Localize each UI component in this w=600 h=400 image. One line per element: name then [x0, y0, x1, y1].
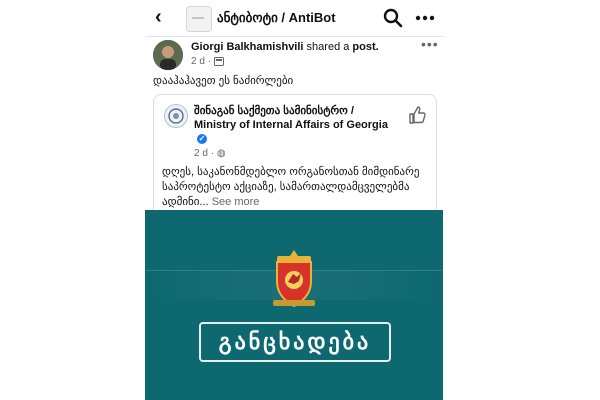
search-icon[interactable] [383, 8, 403, 28]
post-text: დააჰაჰავეთ ეს ნაძირლები [153, 75, 294, 87]
author-name[interactable]: Giorgi Balkhamishvili [191, 41, 303, 53]
shared-post-meta: 2 d · ◍ [194, 148, 226, 159]
ministry-logo[interactable] [164, 104, 188, 128]
shared-page-name-text: შინაგან საქმეთა სამინისტრო / Ministry of… [194, 105, 388, 131]
verified-badge-icon: ✓ [197, 134, 207, 145]
like-page-icon[interactable] [407, 105, 427, 125]
audience-icon [214, 57, 225, 66]
more-options-icon[interactable] [415, 8, 435, 28]
shared-post-text: დღეს, საკანონმდებლო ორგანოსთან მიმდინარე… [162, 166, 420, 208]
meta-separator: · [207, 56, 212, 67]
shared-post-time[interactable]: 2 d [194, 148, 208, 159]
right-background [443, 0, 600, 400]
phone-screen: ‹ ანტიბოტი / AntiBot Giorgi Balkhamishvi… [145, 0, 443, 400]
page-thumbnail[interactable] [186, 6, 212, 32]
author-line: Giorgi Balkhamishvili shared a post. [191, 41, 379, 53]
share-action-text: shared a [306, 41, 350, 53]
announcement-title: განცხადება [199, 322, 391, 362]
shared-object-link[interactable]: post. [352, 41, 378, 53]
shared-page-name[interactable]: შინაგან საქმეთა სამინისტრო / Ministry of… [194, 104, 394, 146]
ministry-emblem-icon [273, 250, 315, 308]
announcement-image[interactable]: განცხადება [145, 210, 443, 400]
back-arrow-icon[interactable]: ‹ [155, 7, 162, 27]
public-globe-icon: ◍ [216, 148, 226, 159]
meta-separator: · [210, 148, 215, 159]
shared-post-body: დღეს, საკანონმდებლო ორგანოსთან მიმდინარე… [162, 165, 432, 210]
post-meta: 2 d · [191, 56, 225, 67]
left-background [0, 0, 145, 400]
post-time[interactable]: 2 d [191, 56, 205, 67]
page-title[interactable]: ანტიბოტი / AntiBot [217, 10, 336, 26]
see-more-link[interactable]: See more [212, 196, 260, 208]
ministry-seal-icon [168, 108, 184, 124]
top-bar: ‹ ანტიბოტი / AntiBot [145, 0, 443, 37]
author-avatar[interactable] [153, 40, 183, 70]
avatar-portrait [153, 40, 183, 70]
shared-post-card[interactable]: შინაგან საქმეთა სამინისტრო / Ministry of… [153, 94, 437, 211]
post-options-icon[interactable]: ••• [421, 36, 439, 52]
